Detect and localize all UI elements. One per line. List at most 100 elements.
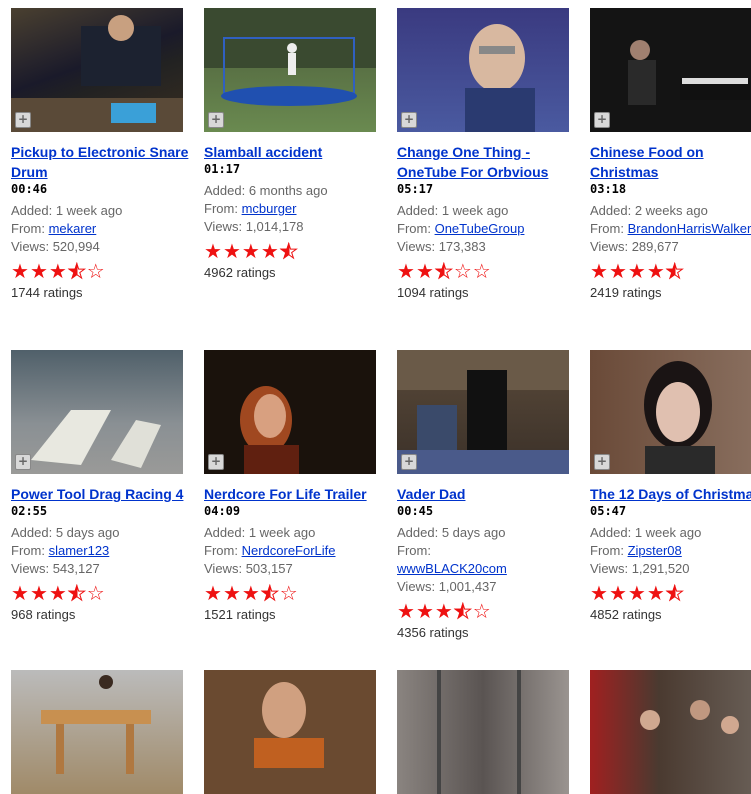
star-full-icon: ★ [415, 259, 435, 283]
star-half-icon: ★ [665, 581, 685, 605]
video-card [204, 670, 384, 794]
add-to-quicklist-icon[interactable]: + [401, 112, 417, 128]
video-title-link[interactable]: Power Tool Drag Racing 4 [11, 484, 191, 504]
thumbnail-image [437, 670, 521, 794]
video-card [397, 670, 577, 794]
ratings-count: 4962 ratings [204, 265, 276, 280]
uploader-link[interactable]: OneTubeGroup [435, 221, 525, 236]
video-duration: 00:46 [11, 182, 48, 196]
star-full-icon: ★ [608, 259, 628, 283]
star-empty-icon: ☆ [86, 259, 106, 283]
video-duration: 03:18 [590, 182, 627, 196]
video-thumbnail[interactable]: + [397, 350, 569, 474]
ratings-count: 4356 ratings [397, 625, 469, 640]
uploader-link[interactable]: BrandonHarrisWalker [628, 221, 751, 236]
video-title-link[interactable]: Chinese Food on Christmas [590, 142, 751, 182]
star-full-icon: ★ [204, 581, 223, 605]
star-empty-icon: ☆ [472, 259, 492, 283]
video-title-link[interactable]: The 12 Days of Christmas [590, 484, 751, 504]
video-title-link[interactable]: Nerdcore For Life Trailer [204, 484, 384, 504]
thumbnail-image [41, 675, 151, 774]
thumbnail-image [31, 410, 161, 468]
views-count: 1,291,520 [631, 561, 690, 576]
video-duration: 04:09 [204, 504, 241, 518]
star-rating: ★★★★☆ [397, 599, 577, 623]
star-full-icon: ★ [646, 259, 666, 283]
star-full-icon: ★ [260, 239, 280, 263]
add-to-quicklist-icon[interactable]: + [594, 112, 610, 128]
video-thumbnail[interactable] [397, 670, 569, 794]
views-label: Views: [204, 561, 243, 576]
added-label: Added: [11, 203, 53, 218]
uploader-link[interactable]: Zipster08 [628, 543, 682, 558]
views-label: Views: [11, 561, 50, 576]
ratings-count: 968 ratings [11, 607, 76, 622]
star-full-icon: ★ [29, 581, 49, 605]
star-full-icon: ★ [11, 581, 30, 605]
thumbnail-image [628, 40, 750, 105]
add-to-quicklist-icon[interactable]: + [594, 454, 610, 470]
add-to-quicklist-icon[interactable]: + [401, 454, 417, 470]
video-thumbnail[interactable] [11, 670, 183, 794]
star-full-icon: ★ [241, 239, 261, 263]
star-full-icon: ★ [627, 259, 647, 283]
star-full-icon: ★ [397, 259, 416, 283]
added-label: Added: [397, 525, 439, 540]
video-title-link[interactable]: Pickup to Electronic Snare Drum [11, 142, 191, 182]
add-to-quicklist-icon[interactable]: + [208, 454, 224, 470]
video-thumbnail[interactable]: + [11, 8, 183, 132]
thumbnail-image [465, 24, 535, 132]
added-label: Added: [397, 203, 439, 218]
star-rating: ★★★★☆ [204, 581, 384, 605]
video-thumbnail[interactable]: + [204, 8, 376, 132]
from-label: From: [11, 543, 45, 558]
video-card: + Change One Thing - OneTube For Orbviou… [397, 8, 577, 302]
video-thumbnail[interactable]: + [204, 350, 376, 474]
star-full-icon: ★ [48, 581, 68, 605]
video-title-link[interactable]: Slamball accident [204, 142, 384, 162]
video-title-link[interactable]: Vader Dad [397, 484, 577, 504]
views-label: Views: [397, 579, 436, 594]
views-label: Views: [590, 239, 629, 254]
video-thumbnail[interactable] [590, 670, 751, 794]
video-card: + Power Tool Drag Racing 4 02:55 Added: … [11, 350, 191, 624]
added-value: 1 week ago [248, 525, 316, 540]
views-label: Views: [11, 239, 50, 254]
added-value: 6 months ago [248, 183, 328, 198]
add-to-quicklist-icon[interactable]: + [208, 112, 224, 128]
thumbnail-image [644, 361, 715, 474]
ratings-count: 1521 ratings [204, 607, 276, 622]
video-thumbnail[interactable]: + [590, 8, 751, 132]
from-label: From: [590, 221, 624, 236]
video-duration: 05:17 [397, 182, 434, 196]
star-full-icon: ★ [11, 259, 30, 283]
video-thumbnail[interactable]: + [590, 350, 751, 474]
video-thumbnail[interactable]: + [11, 350, 183, 474]
star-full-icon: ★ [646, 581, 666, 605]
from-label: From: [204, 543, 238, 558]
video-title-link[interactable]: Change One Thing - OneTube For Orbvious [397, 142, 577, 182]
star-half-icon: ★ [434, 259, 454, 283]
star-half-icon: ★ [67, 581, 87, 605]
add-to-quicklist-icon[interactable]: + [15, 112, 31, 128]
ratings-count: 1744 ratings [11, 285, 83, 300]
uploader-link[interactable]: NerdcoreForLife [242, 543, 336, 558]
video-thumbnail[interactable]: + [397, 8, 569, 132]
star-full-icon: ★ [627, 581, 647, 605]
added-value: 1 week ago [441, 203, 509, 218]
add-to-quicklist-icon[interactable]: + [15, 454, 31, 470]
uploader-link[interactable]: wwwBLACK20com [397, 561, 507, 576]
star-full-icon: ★ [415, 599, 435, 623]
video-thumbnail[interactable] [204, 670, 376, 794]
added-label: Added: [590, 203, 632, 218]
uploader-link[interactable]: slamer123 [49, 543, 110, 558]
uploader-link[interactable]: mcburger [242, 201, 297, 216]
added-label: Added: [11, 525, 53, 540]
star-half-icon: ★ [67, 259, 87, 283]
added-value: 2 weeks ago [634, 203, 708, 218]
star-rating: ★★★★☆ [11, 259, 191, 283]
star-half-icon: ★ [279, 239, 299, 263]
from-label: From: [397, 543, 431, 558]
video-card: + Slamball accident 01:17 Added: 6 month… [204, 8, 384, 282]
uploader-link[interactable]: mekarer [49, 221, 97, 236]
